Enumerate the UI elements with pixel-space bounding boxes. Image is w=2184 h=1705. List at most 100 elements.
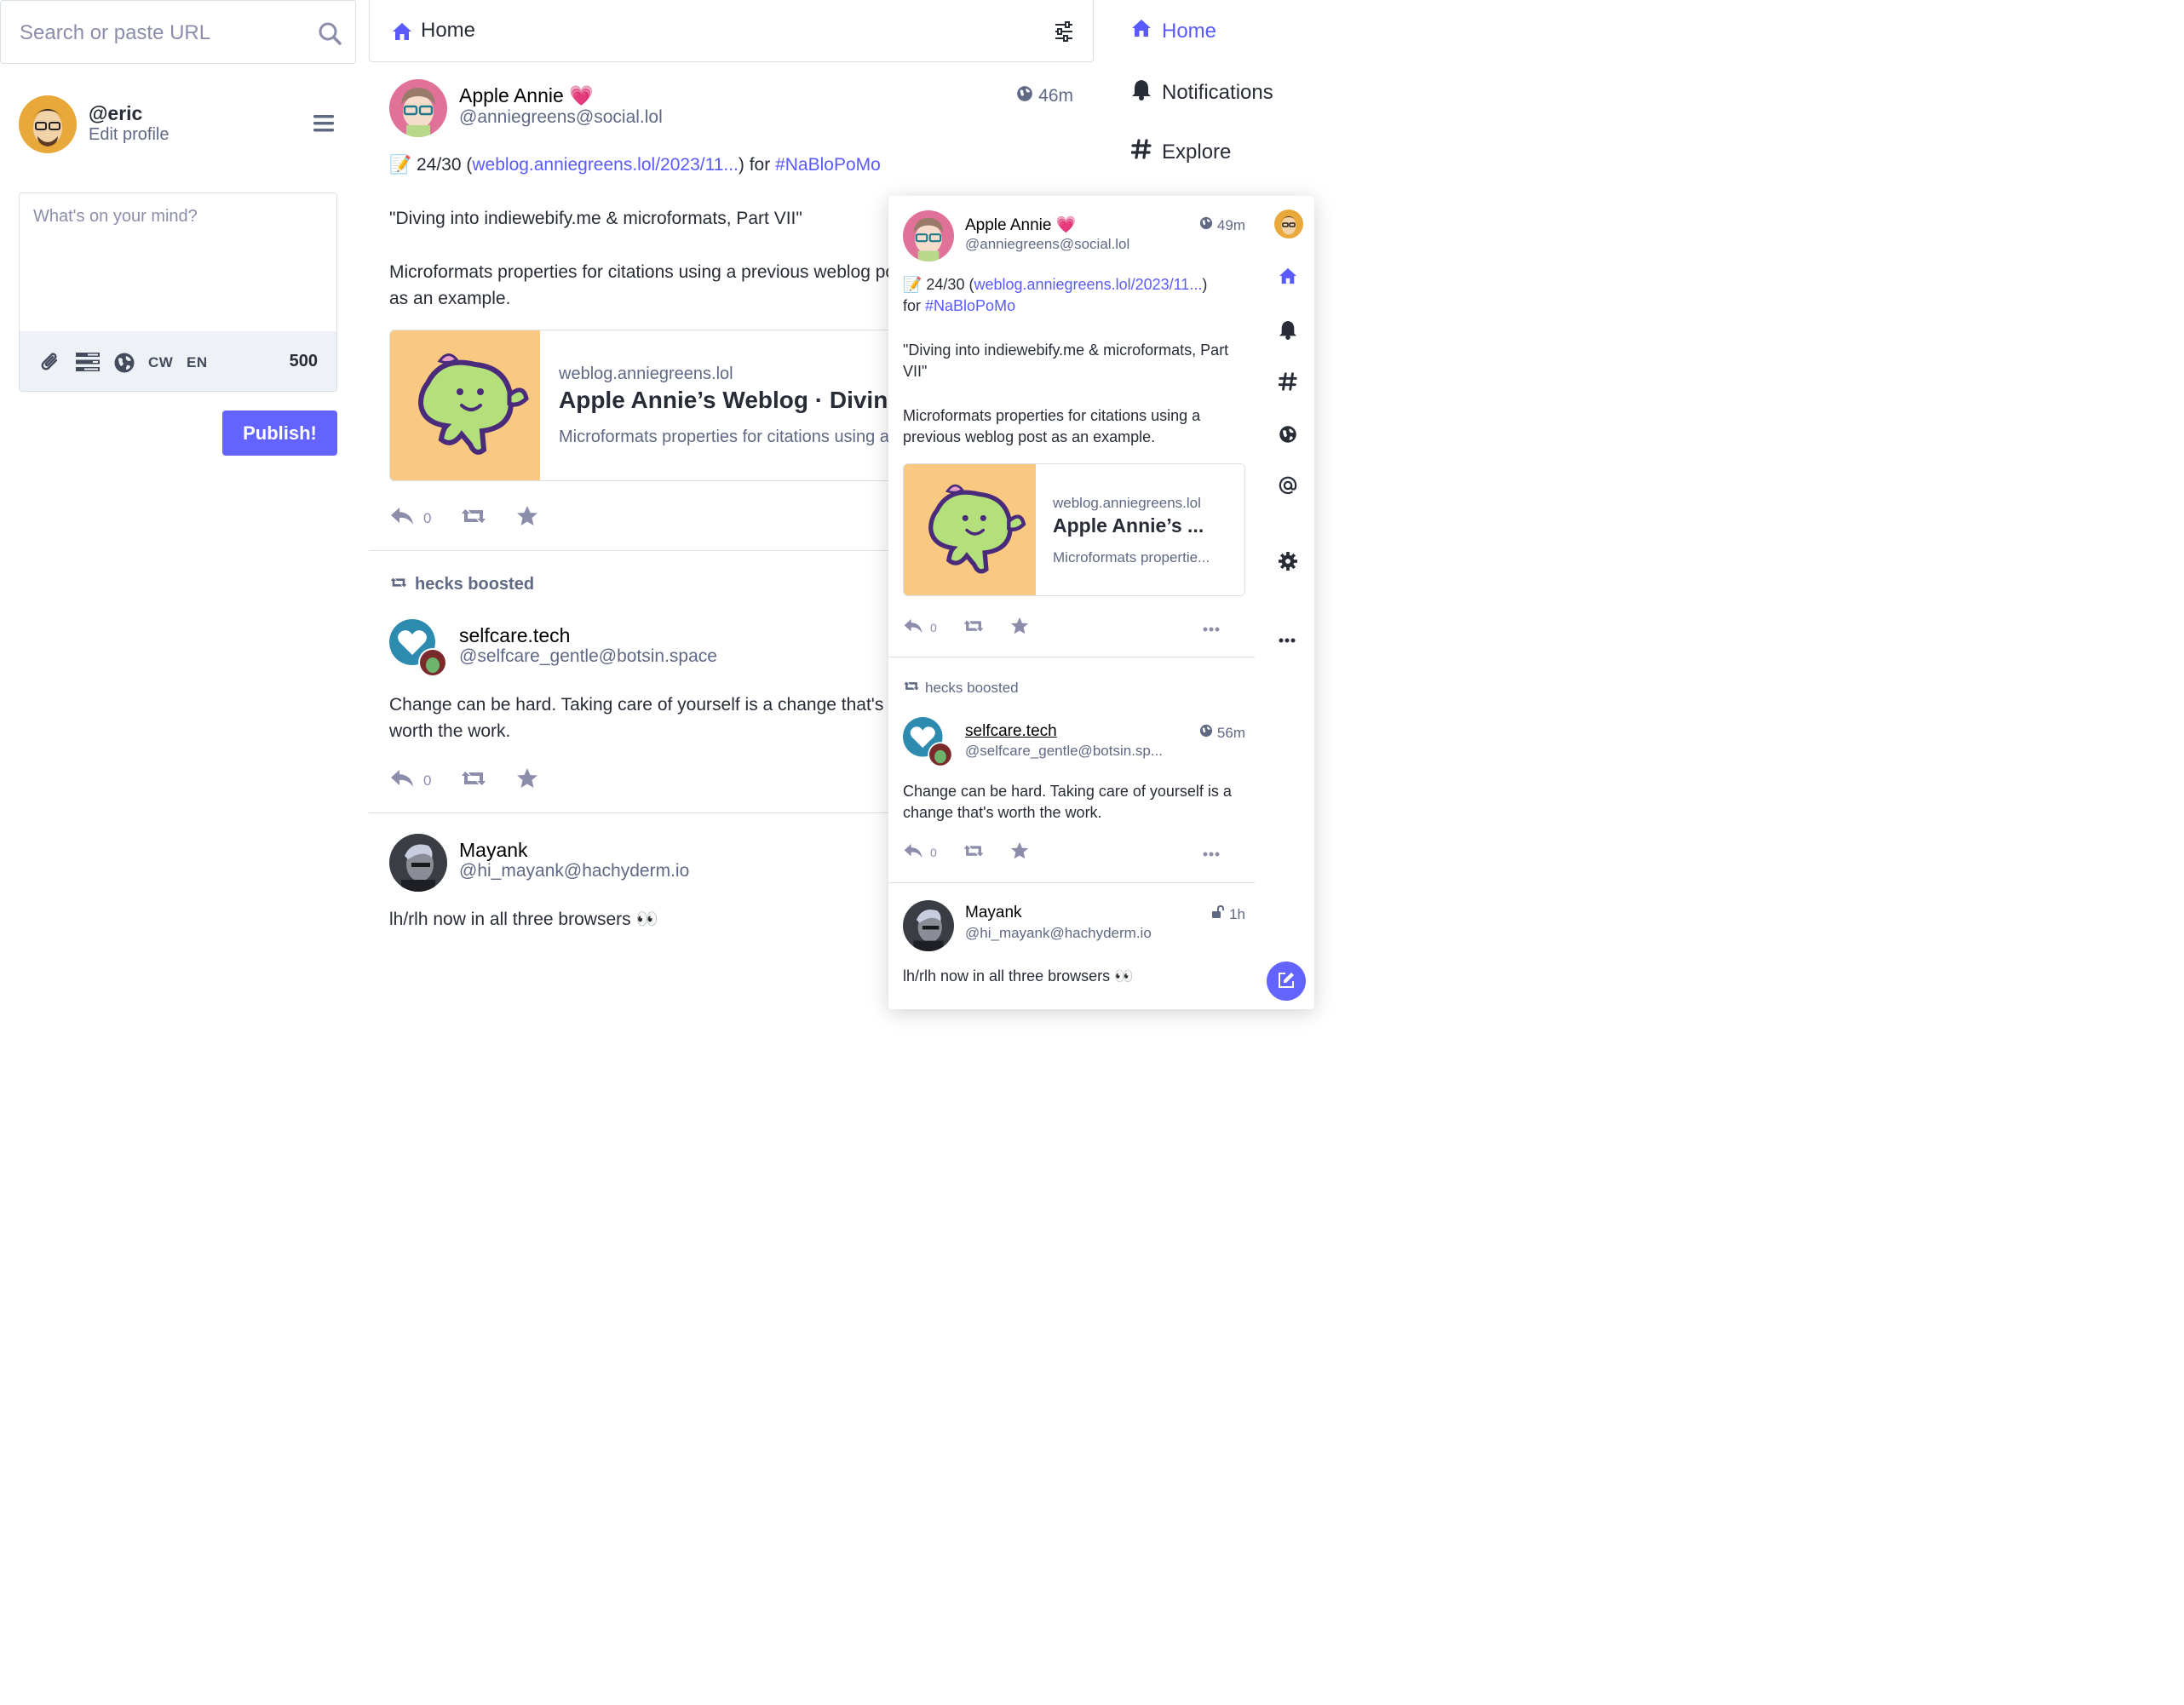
star-icon — [516, 767, 538, 794]
avatar[interactable] — [903, 900, 954, 951]
boost-icon — [460, 506, 487, 531]
at-icon[interactable] — [1279, 475, 1297, 500]
reply-button[interactable]: 0 — [389, 768, 431, 793]
status-account[interactable]: @hi_mayank@hachyderm.io — [965, 925, 1152, 942]
hash-icon[interactable] — [1278, 372, 1297, 395]
ellipsis-icon — [1203, 846, 1220, 859]
nav-explore[interactable]: Explore — [1130, 139, 1231, 165]
status-item[interactable]: hecks boosted selfcare.tech @selfcare_ge… — [888, 657, 1255, 883]
boost-button[interactable] — [963, 617, 985, 637]
status-display-name[interactable]: selfcare.tech — [965, 722, 1057, 741]
reply-icon — [903, 617, 923, 637]
globe-icon[interactable] — [1279, 425, 1297, 448]
avatar[interactable] — [389, 79, 447, 137]
boost-icon — [963, 842, 985, 862]
boosted-by[interactable]: hecks boosted — [389, 575, 534, 594]
reply-button[interactable]: 0 — [903, 617, 937, 637]
favourite-button[interactable] — [516, 505, 538, 531]
status-item[interactable]: Mayank @hi_mayank@hachyderm.io 1h lh/rlh… — [888, 883, 1255, 1009]
favourite-button[interactable] — [1010, 617, 1029, 638]
status-item[interactable]: Apple Annie 💗 @anniegreens@social.lol 49… — [888, 196, 1255, 657]
home-icon[interactable] — [1279, 267, 1297, 289]
more-button[interactable] — [1203, 846, 1220, 859]
language-button[interactable]: EN — [187, 354, 208, 371]
boost-icon — [460, 768, 487, 793]
search-box[interactable] — [0, 0, 356, 64]
favourite-button[interactable] — [1010, 841, 1029, 863]
link-preview-card[interactable]: weblog.anniegreens.lol Apple Annie’s ...… — [903, 463, 1245, 596]
reply-button[interactable]: 0 — [903, 842, 937, 862]
gear-icon[interactable] — [1279, 552, 1297, 575]
status-display-name[interactable]: Apple Annie 💗 — [459, 84, 594, 107]
hashtag-link[interactable]: #NaBloPoMo — [925, 297, 1015, 314]
mobile-preview-panel: Apple Annie 💗 @anniegreens@social.lol 49… — [888, 196, 1314, 1009]
publish-button[interactable]: Publish! — [222, 410, 337, 456]
status-display-name[interactable]: Mayank — [459, 839, 528, 862]
search-input[interactable] — [20, 18, 301, 49]
status-display-name[interactable]: Mayank — [965, 904, 1022, 922]
globe-icon — [1199, 724, 1213, 742]
search-icon[interactable] — [318, 21, 342, 45]
column-header: Home — [369, 0, 1094, 62]
boost-icon — [963, 617, 985, 637]
bell-icon[interactable] — [1279, 319, 1297, 344]
status-content: lh/rlh now in all three browsers 👀 — [903, 967, 1134, 985]
boost-button[interactable] — [963, 842, 985, 862]
compact-nav — [1263, 196, 1314, 1009]
avatar[interactable] — [389, 834, 447, 892]
status-actions: 0 — [389, 505, 567, 531]
nav-notifications[interactable]: Notifications — [1131, 78, 1273, 106]
home-icon — [1131, 19, 1152, 43]
profile-card: @eric Edit profile — [19, 95, 337, 155]
status-actions: 0 — [903, 841, 1245, 863]
status-display-name[interactable]: Apple Annie 💗 — [965, 215, 1076, 235]
bell-icon — [1131, 78, 1152, 106]
boosted-by[interactable]: hecks boosted — [903, 680, 1019, 697]
reply-icon — [389, 768, 415, 793]
poll-icon[interactable] — [76, 352, 100, 376]
avatar[interactable] — [903, 210, 954, 261]
nav-home[interactable]: Home — [1131, 19, 1216, 43]
hamburger-icon[interactable] — [313, 114, 334, 137]
avatar[interactable] — [1274, 210, 1303, 243]
globe-icon[interactable] — [113, 352, 135, 378]
favourite-button[interactable] — [516, 767, 538, 794]
status-timestamp[interactable]: 46m — [1016, 85, 1073, 107]
edit-profile-link[interactable]: Edit profile — [89, 125, 170, 145]
status-account[interactable]: @hi_mayank@hachyderm.io — [459, 861, 689, 881]
status-account[interactable]: @anniegreens@social.lol — [459, 107, 663, 128]
status-content: Change can be hard. Taking care of yours… — [389, 695, 884, 741]
compose-icon — [1277, 971, 1296, 992]
globe-icon — [1016, 85, 1033, 107]
avatar[interactable] — [19, 95, 77, 153]
card-host: weblog.anniegreens.lol — [559, 365, 733, 383]
status-content: 📝 24/30 (weblog.anniegreens.lol/2023/11.… — [903, 276, 1229, 445]
status-link[interactable]: weblog.anniegreens.lol/2023/11... — [974, 276, 1202, 293]
compose-fab-button[interactable] — [1267, 962, 1306, 1001]
boost-button[interactable] — [460, 506, 487, 531]
avatar[interactable] — [389, 619, 447, 677]
more-button[interactable] — [1203, 621, 1220, 634]
status-account[interactable]: @selfcare_gentle@botsin.sp... — [965, 743, 1163, 760]
status-display-name[interactable]: selfcare.tech — [459, 624, 570, 647]
status-timestamp[interactable]: 1h — [1211, 904, 1245, 923]
ellipsis-icon[interactable] — [1279, 632, 1296, 647]
status-account[interactable]: @anniegreens@social.lol — [965, 236, 1129, 253]
heart-emoji: 💗 — [1055, 216, 1077, 234]
status-timestamp[interactable]: 49m — [1199, 216, 1245, 234]
cw-toggle[interactable]: CW — [148, 354, 173, 371]
boost-button[interactable] — [460, 768, 487, 793]
avatar[interactable] — [903, 717, 954, 768]
status-link[interactable]: weblog.anniegreens.lol/2023/11... — [472, 155, 739, 175]
reply-button[interactable]: 0 — [389, 506, 431, 531]
profile-handle[interactable]: @eric — [89, 102, 142, 125]
status-content: Change can be hard. Taking care of yours… — [903, 783, 1232, 821]
status-timestamp[interactable]: 56m — [1199, 724, 1245, 742]
sliders-icon[interactable] — [1054, 21, 1074, 46]
star-icon — [1010, 617, 1029, 638]
status-account[interactable]: @selfcare_gentle@botsin.space — [459, 646, 717, 667]
hashtag-link[interactable]: #NaBloPoMo — [775, 155, 881, 175]
compose-textarea[interactable] — [20, 193, 336, 331]
paperclip-icon[interactable] — [40, 352, 62, 378]
card-description: Microformats propertie... — [1053, 549, 1210, 565]
